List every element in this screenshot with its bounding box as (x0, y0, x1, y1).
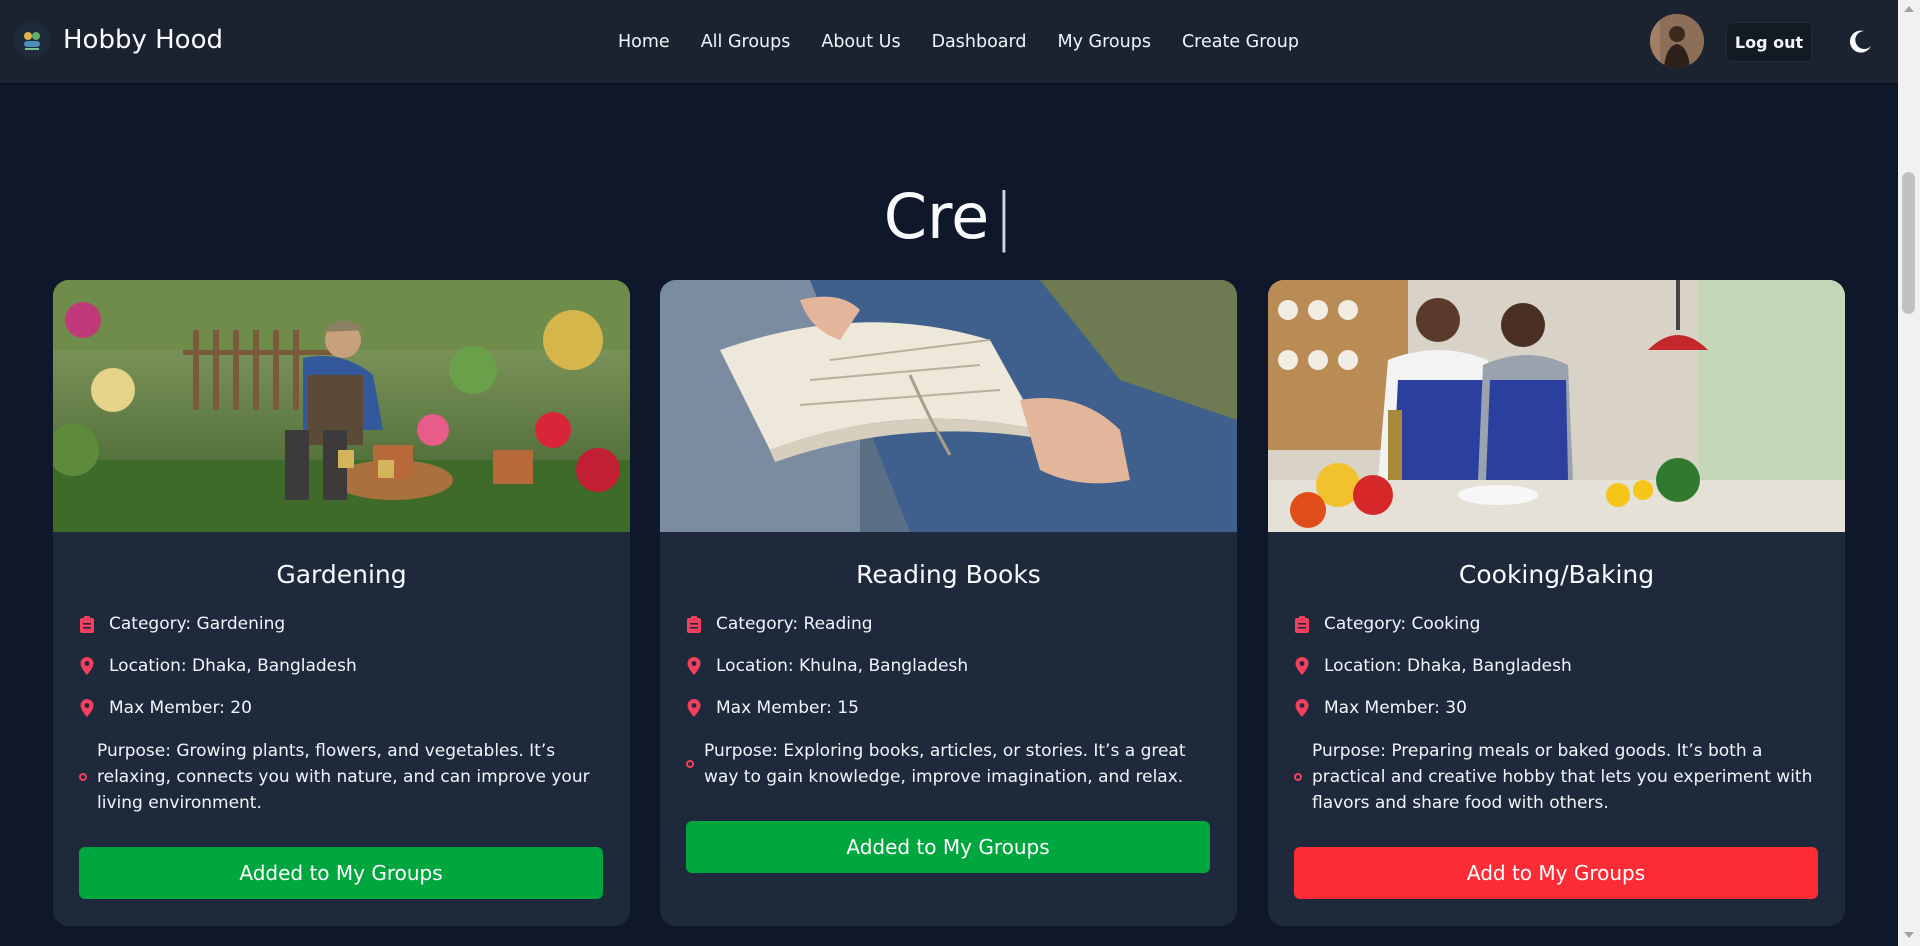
cooking-baking-image (1268, 280, 1845, 532)
purpose-text: Purpose: Growing plants, flowers, and ve… (97, 741, 590, 813)
scroll-up-arrow-icon[interactable] (1904, 6, 1914, 12)
page-scrollbar[interactable] (1898, 0, 1920, 946)
scroll-down-arrow-icon[interactable] (1904, 932, 1914, 938)
navbar: Hobby Hood Home All Groups About Us Dash… (0, 0, 1898, 83)
logout-button[interactable]: Log out (1726, 22, 1812, 62)
purpose-row: Purpose: Preparing meals or baked goods.… (1294, 738, 1814, 816)
nav-link-create-group[interactable]: Create Group (1182, 32, 1299, 52)
max-member-row: Max Member: 15 (686, 698, 859, 718)
added-to-my-groups-button[interactable]: Added to My Groups (79, 847, 603, 899)
moon-icon[interactable] (1846, 28, 1874, 56)
map-pin-icon (79, 699, 95, 717)
add-to-my-groups-button[interactable]: Add to My Groups (1294, 847, 1818, 899)
nav-link-about-us[interactable]: About Us (821, 32, 900, 52)
location-text: Location: Khulna, Bangladesh (716, 656, 969, 676)
nav-link-dashboard[interactable]: Dashboard (932, 32, 1027, 52)
purpose-text: Purpose: Exploring books, articles, or s… (704, 741, 1186, 787)
group-card-gardening: Gardening Category: Gardening Location: … (53, 280, 630, 926)
nav-link-home[interactable]: Home (618, 32, 670, 52)
card-title: Reading Books (856, 560, 1041, 589)
brand[interactable]: Hobby Hood (14, 22, 223, 58)
max-member-text: Max Member: 30 (1324, 698, 1467, 718)
typed-text: Cre (883, 180, 990, 253)
map-pin-icon (686, 699, 702, 717)
location-text: Location: Dhaka, Bangladesh (109, 656, 357, 676)
typing-heading: Cre| (0, 180, 1898, 253)
added-to-my-groups-button[interactable]: Added to My Groups (686, 821, 1210, 873)
card-title: Gardening (276, 560, 407, 589)
bullet-icon (686, 760, 694, 768)
group-card-cooking-baking: Cooking/Baking Category: Cooking Locatio… (1268, 280, 1845, 926)
bullet-icon (1294, 773, 1302, 781)
gardening-image (53, 280, 630, 532)
group-card-reading-books: Reading Books Category: Reading Location… (660, 280, 1237, 926)
location-row: Location: Khulna, Bangladesh (686, 656, 968, 676)
category-row: Category: Reading (686, 614, 873, 634)
typing-caret: | (993, 180, 1015, 253)
nav-link-all-groups[interactable]: All Groups (701, 32, 791, 52)
category-text: Category: Reading (716, 614, 873, 634)
card-title: Cooking/Baking (1458, 560, 1655, 589)
clipboard-icon (686, 615, 702, 633)
map-pin-icon (686, 657, 702, 675)
scrollbar-thumb[interactable] (1902, 172, 1915, 314)
location-text: Location: Dhaka, Bangladesh (1324, 656, 1572, 676)
reading-books-image (660, 280, 1237, 532)
max-member-text: Max Member: 20 (109, 698, 252, 718)
location-row: Location: Dhaka, Bangladesh (79, 656, 357, 676)
map-pin-icon (1294, 699, 1310, 717)
clipboard-icon (79, 615, 95, 633)
location-row: Location: Dhaka, Bangladesh (1294, 656, 1572, 676)
clipboard-icon (1294, 615, 1310, 633)
purpose-text: Purpose: Preparing meals or baked goods.… (1312, 741, 1813, 813)
category-text: Category: Cooking (1324, 614, 1481, 634)
purpose-row: Purpose: Exploring books, articles, or s… (686, 738, 1206, 790)
category-row: Category: Cooking (1294, 614, 1480, 634)
nav-links: Home All Groups About Us Dashboard My Gr… (618, 0, 1330, 83)
purpose-row: Purpose: Growing plants, flowers, and ve… (79, 738, 599, 816)
max-member-row: Max Member: 20 (79, 698, 252, 718)
map-pin-icon (1294, 657, 1310, 675)
brand-name: Hobby Hood (63, 25, 223, 55)
max-member-text: Max Member: 15 (716, 698, 859, 718)
nav-link-my-groups[interactable]: My Groups (1058, 32, 1151, 52)
hobby-hood-logo-icon (14, 22, 50, 58)
map-pin-icon (79, 657, 95, 675)
category-text: Category: Gardening (109, 614, 286, 634)
user-avatar[interactable] (1650, 14, 1704, 68)
max-member-row: Max Member: 30 (1294, 698, 1467, 718)
category-row: Category: Gardening (79, 614, 285, 634)
bullet-icon (79, 773, 87, 781)
